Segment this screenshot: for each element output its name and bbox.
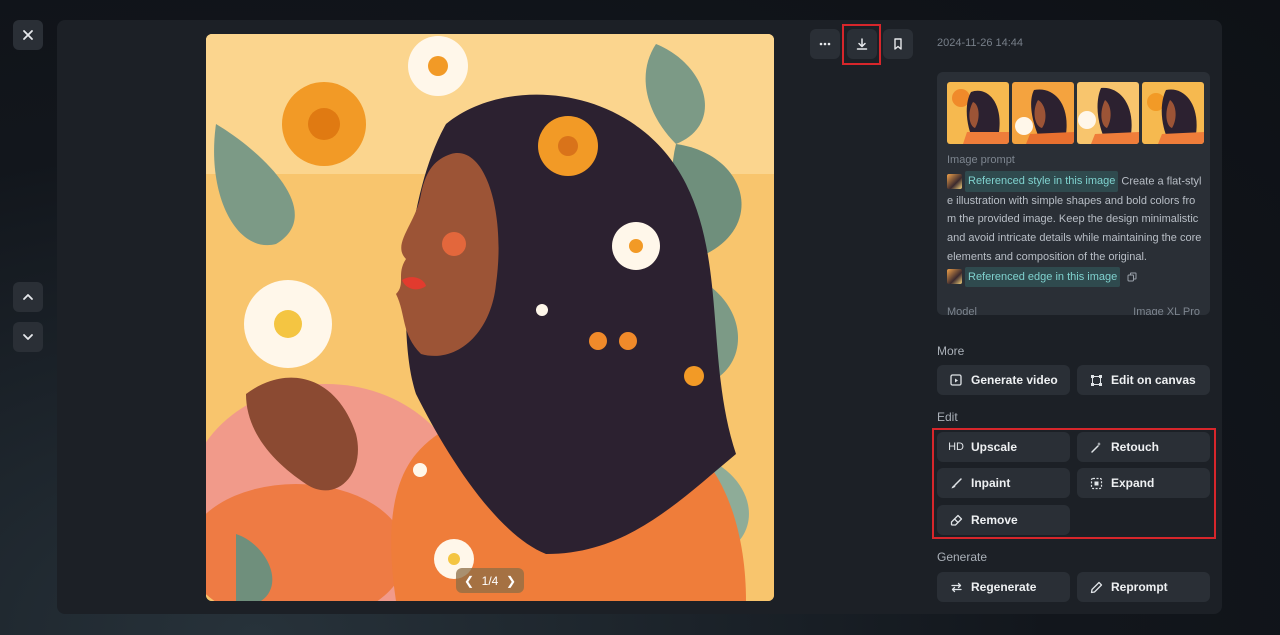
retouch-button[interactable]: Retouch: [1077, 432, 1210, 462]
generate-section-title: Generate: [937, 550, 988, 564]
reference-style-thumbnail: [947, 173, 962, 189]
thumbnail-1[interactable]: [947, 82, 1009, 144]
more-icon: [819, 42, 831, 46]
inpaint-button[interactable]: Inpaint: [937, 468, 1070, 498]
reference-style-chip[interactable]: Referenced style in this image: [947, 171, 1119, 192]
reference-style-label: Referenced style in this image: [965, 171, 1119, 192]
reference-edge-label: Referenced edge in this image: [965, 266, 1121, 288]
chevron-up-icon: [23, 294, 33, 300]
download-icon: [856, 38, 868, 50]
portrait-illustration: [206, 34, 774, 601]
upscale-label: Upscale: [971, 440, 1018, 454]
pencil-icon: [1089, 580, 1103, 594]
thumbnail-4[interactable]: [1142, 82, 1204, 144]
model-value: Image XL Pro: [1133, 306, 1200, 315]
bookmark-button[interactable]: [883, 29, 913, 59]
download-button[interactable]: [847, 29, 877, 59]
hd-icon: HD: [948, 441, 964, 453]
retouch-label: Retouch: [1111, 440, 1159, 454]
generate-video-label: Generate video: [971, 373, 1058, 387]
expand-button[interactable]: Expand: [1077, 468, 1210, 498]
image-pager: ❮ 1/4 ❯: [456, 568, 524, 593]
eraser-icon: [949, 513, 963, 527]
timestamp: 2024-11-26 14:44: [937, 37, 1024, 49]
pager-next-icon[interactable]: ❯: [506, 574, 516, 588]
generate-video-button[interactable]: Generate video: [937, 365, 1070, 395]
remove-button[interactable]: Remove: [937, 505, 1070, 535]
reference-thumbnails: [947, 82, 1204, 144]
close-icon: [23, 30, 33, 40]
upscale-button[interactable]: HD Upscale: [937, 432, 1070, 462]
more-options-button[interactable]: [810, 29, 840, 59]
model-row: Model Image XL Pro: [947, 306, 1200, 315]
regenerate-icon: [949, 580, 963, 594]
prompt-card: Image prompt Referenced style in this im…: [937, 72, 1210, 315]
brush-icon: [949, 476, 963, 490]
regenerate-label: Regenerate: [971, 580, 1037, 594]
inpaint-label: Inpaint: [971, 476, 1011, 490]
thumbnail-2[interactable]: [1012, 82, 1074, 144]
edit-section-title: Edit: [937, 410, 958, 424]
next-image-button[interactable]: [13, 322, 43, 352]
more-section-title: More: [937, 344, 965, 358]
thumbnail-3[interactable]: [1077, 82, 1139, 144]
pager-prev-icon[interactable]: ❮: [464, 574, 474, 588]
edit-on-canvas-label: Edit on canvas: [1111, 373, 1196, 387]
pager-label: 1/4: [481, 573, 499, 588]
canvas-icon: [1089, 373, 1103, 387]
regenerate-button[interactable]: Regenerate: [937, 572, 1070, 602]
chevron-down-icon: [23, 334, 33, 340]
reprompt-button[interactable]: Reprompt: [1077, 572, 1210, 602]
reference-edge-chip[interactable]: Referenced edge in this image: [947, 266, 1121, 288]
close-button[interactable]: [13, 20, 43, 50]
generated-image: ❮ 1/4 ❯: [206, 34, 774, 601]
expand-label: Expand: [1111, 476, 1155, 490]
remove-label: Remove: [971, 513, 1018, 527]
previous-image-button[interactable]: [13, 282, 43, 312]
expand-icon: [1089, 476, 1103, 490]
reprompt-label: Reprompt: [1111, 580, 1168, 594]
edit-on-canvas-button[interactable]: Edit on canvas: [1077, 365, 1210, 395]
generate-video-icon: [949, 373, 963, 387]
prompt-text: Referenced style in this image Create a …: [947, 171, 1202, 288]
bookmark-icon: [894, 38, 902, 50]
magic-wand-icon: [1089, 440, 1103, 454]
copy-icon[interactable]: [1127, 272, 1137, 282]
prompt-label: Image prompt: [947, 154, 1015, 166]
reference-edge-thumbnail: [947, 269, 962, 285]
model-label: Model: [947, 306, 977, 315]
